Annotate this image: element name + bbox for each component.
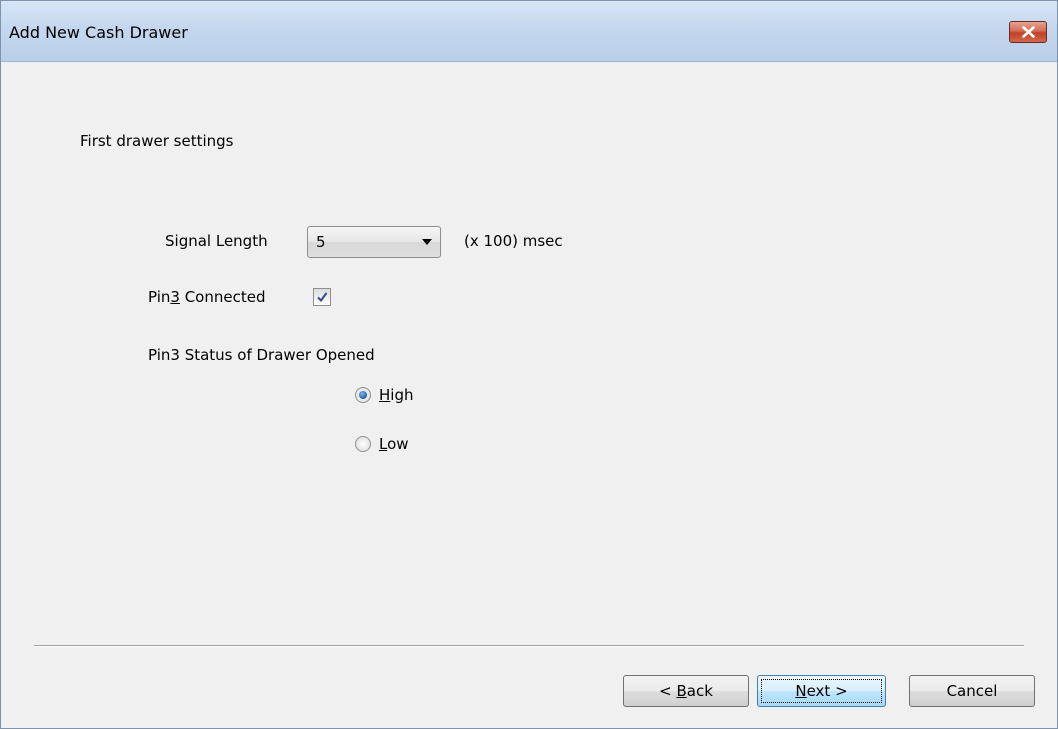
radio-low-label: Low [379,435,409,453]
pin3-status-heading: Pin3 Status of Drawer Opened [148,346,375,364]
pin3-label-accelerator: 3 [170,288,180,306]
footer-divider [34,645,1024,647]
signal-length-value: 5 [316,233,326,251]
radio-high-button[interactable] [355,387,371,403]
checkmark-icon [317,292,328,303]
chevron-down-icon [422,239,432,245]
focus-ring [761,679,882,703]
back-button[interactable]: < Back [623,675,749,707]
back-button-accelerator: B [676,682,687,700]
radio-selected-dot [359,391,367,399]
signal-length-dropdown[interactable]: 5 [307,226,441,258]
cancel-button[interactable]: Cancel [909,675,1035,707]
radio-high-accelerator: H [379,386,391,404]
title-bar[interactable]: Add New Cash Drawer [1,1,1057,62]
dialog-title: Add New Cash Drawer [9,23,188,42]
radio-low-accelerator: L [379,435,388,453]
radio-high-rest: igh [390,386,414,404]
radio-low-button[interactable] [355,436,371,452]
pin3-connected-checkbox[interactable] [313,288,331,306]
section-heading: First drawer settings [80,132,234,150]
close-icon [1022,26,1035,38]
dialog-content: First drawer settings Signal Length 5 (x… [1,62,1057,728]
radio-low-rest: ow [387,435,409,453]
radio-high-label: High [379,386,413,404]
signal-length-unit: (x 100) msec [464,232,563,250]
back-button-prefix: < [659,682,677,700]
next-button[interactable]: Next > [757,675,886,707]
dialog-window: Add New Cash Drawer First drawer setting… [0,0,1058,729]
signal-length-label: Signal Length [165,232,268,250]
pin3-label-prefix: Pin [148,288,171,306]
close-button[interactable] [1009,21,1047,43]
pin3-label-suffix: Connected [179,288,266,306]
pin3-connected-label: Pin3 Connected [148,288,265,306]
back-button-rest: ack [686,682,713,700]
